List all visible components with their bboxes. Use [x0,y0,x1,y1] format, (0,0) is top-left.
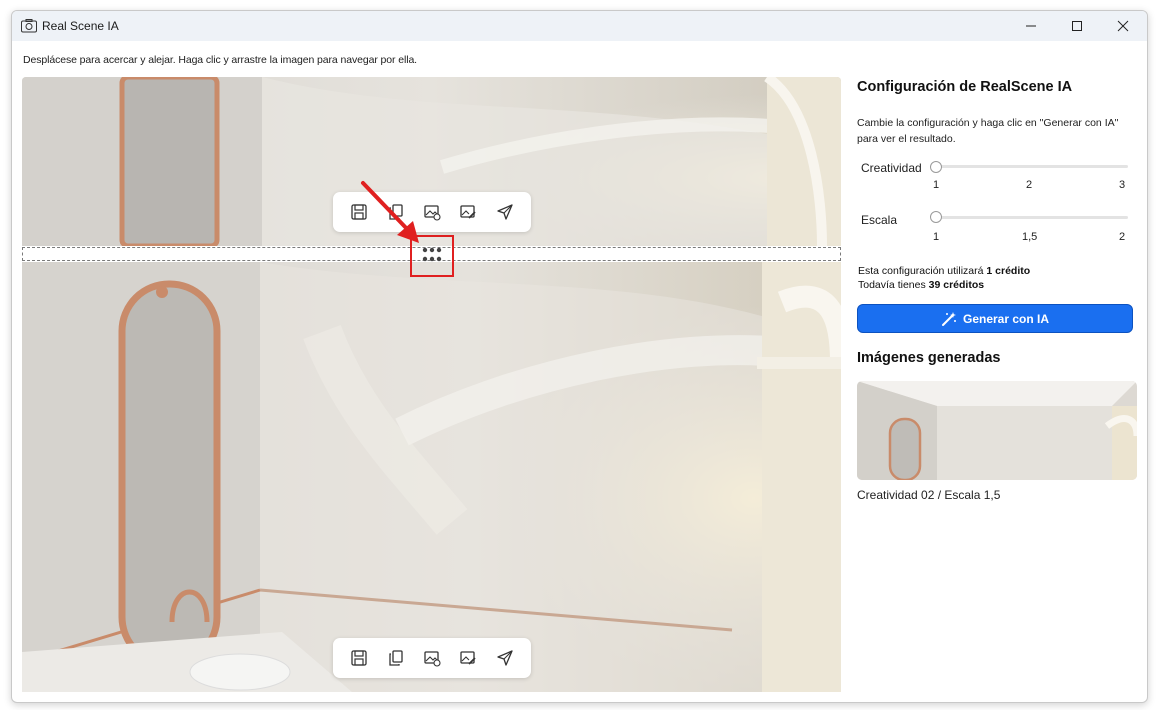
generate-button-label: Generar con IA [962,311,1050,326]
escala-slider-thumb[interactable] [930,211,942,223]
escala-tick: 1,5 [1022,231,1038,243]
creatividad-slider[interactable] [936,165,1128,168]
creatividad-tick: 3 [1119,179,1126,191]
image-settings-button[interactable] [419,645,445,671]
close-button[interactable] [1100,11,1146,41]
send-icon [497,650,513,666]
annotation-arrow-icon [361,181,419,243]
minimize-icon [1026,25,1036,27]
generate-with-ai-button[interactable]: Generar con IA [857,304,1133,333]
send-icon [497,204,513,220]
save-button[interactable] [346,645,372,671]
settings-description: Cambie la configuración y haga clic en "… [857,117,1119,145]
send-button[interactable] [492,645,518,671]
generated-image-view[interactable] [22,262,841,692]
settings-title: Configuración de RealScene IA [857,79,1073,95]
creatividad-tick: 2 [1026,179,1033,191]
navigation-hint: Desplácese para acercar y alejar. Haga c… [23,54,418,66]
minimize-button[interactable] [1008,11,1054,41]
creatividad-slider-thumb[interactable] [930,161,942,173]
copy-icon [388,650,403,666]
edit-image-icon [460,205,476,219]
thumbnail-scene-image [857,381,1137,480]
window-title: Real Scene IA [42,19,119,33]
maximize-icon [1072,21,1082,31]
generated-image-toolbar [333,638,531,678]
edit-image-button[interactable] [455,645,481,671]
edit-image-button[interactable] [455,199,481,225]
app-window: Real Scene IA Desplácese para acercar y … [11,10,1148,703]
generated-images-title: Imágenes generadas [857,350,1001,366]
close-icon [1117,20,1129,32]
escala-tick: 2 [1119,231,1126,243]
escala-tick: 1 [933,231,940,243]
creatividad-tick: 1 [933,179,940,191]
credits-usage-text: Esta configuración utilizará [858,265,984,277]
image-settings-icon [424,651,441,667]
creatividad-label: Creatividad [861,161,922,175]
copy-button[interactable] [383,645,409,671]
credits-remaining-unit: créditos [943,279,985,291]
camera-icon [21,19,37,33]
send-button[interactable] [492,199,518,225]
credits-info: Esta configuración utilizará 1 crédito T… [858,264,1030,292]
generated-image-thumbnail[interactable] [857,381,1137,480]
maximize-button[interactable] [1054,11,1100,41]
generated-scene-image [22,262,841,692]
title-bar: Real Scene IA [12,11,1147,41]
magic-wand-icon [941,311,956,326]
save-icon [351,650,367,666]
escala-slider[interactable] [936,216,1128,219]
edit-image-icon [460,651,476,665]
thumbnail-caption: Creatividad 02 / Escala 1,5 [857,488,1001,502]
credits-usage-amount: 1 crédito [986,265,1031,277]
credits-remaining-count: 39 [928,279,941,291]
escala-label: Escala [861,213,898,227]
credits-remaining-text: Todavía tienes [858,279,926,291]
